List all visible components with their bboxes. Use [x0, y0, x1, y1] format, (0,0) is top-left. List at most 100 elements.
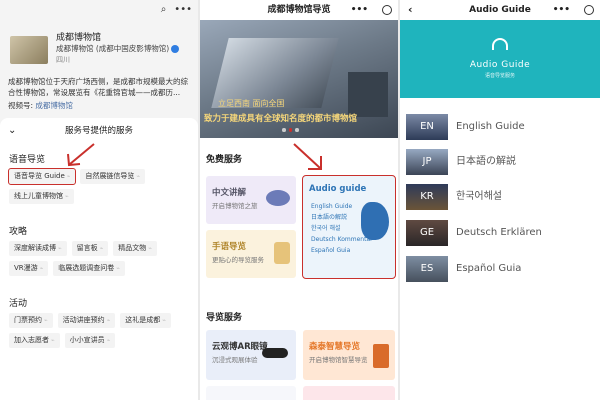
chevron-down-icon[interactable]: ⌄: [8, 118, 16, 144]
language-thumbnail: GE: [406, 220, 448, 246]
section-title: 语音导览: [9, 155, 46, 165]
language-label: Deutsch Erklären: [456, 227, 542, 238]
chip-label: 活动讲座预约: [62, 316, 105, 324]
page-title: 成都博物馆导览: [267, 5, 331, 15]
link-icon: ⌁: [39, 265, 44, 272]
service-chip[interactable]: 精品文物 ⌁: [113, 241, 157, 256]
artifact-icon: [274, 242, 290, 264]
carousel-dots: [282, 128, 299, 132]
carousel-dot[interactable]: [295, 128, 299, 132]
banner-line-1: 立足西南 面向全国: [218, 99, 285, 108]
section-items: 深度解读成博 ⌁ 留言板 ⌁ 精品文物 ⌁ VR漫游 ⌁ 临展选题调查问卷 ⌁: [0, 241, 198, 276]
service-chip[interactable]: 加入志愿者 ⌁: [9, 333, 60, 348]
language-item-japanese[interactable]: JP 日本語の解説: [406, 149, 594, 175]
close-mini-program-icon[interactable]: [382, 5, 392, 15]
service-chip[interactable]: 自然展链信导览 ⌁: [80, 169, 146, 184]
chip-label: 精品文物: [118, 244, 147, 252]
language-label: 日本語の解説: [456, 156, 516, 167]
language-item-german[interactable]: GE Deutsch Erklären: [406, 220, 594, 246]
chip-label: 这礼是成都: [125, 316, 161, 324]
card-title: 中文讲解: [212, 188, 247, 198]
chip-label: VR漫游: [14, 264, 38, 272]
language-thumbnail: KR: [406, 184, 448, 210]
chip-label: 语音导览 Guide: [14, 172, 65, 180]
service-chip[interactable]: 活动讲座预约 ⌁: [57, 313, 116, 328]
smart-guide-card[interactable]: 森泰智慧导览 开启博物馆智慧导览: [303, 330, 395, 380]
link-icon: ⌁: [58, 245, 62, 252]
service-card[interactable]: [303, 386, 395, 400]
artifact-icon: [266, 190, 290, 206]
chip-label: 留言板: [76, 244, 98, 252]
building-image: [348, 72, 388, 117]
card-subtitle: 沉浸式观展体验: [212, 356, 258, 364]
language-item-korean[interactable]: KR 한국어해설: [406, 184, 594, 210]
link-icon: ⌁: [99, 245, 104, 252]
more-icon[interactable]: •••: [351, 0, 368, 20]
video-label: 视频号:: [8, 101, 34, 110]
language-label: Español Guia: [456, 263, 522, 274]
annotation-arrow: [293, 143, 322, 170]
service-chip-audio-guide[interactable]: 语音导览 Guide ⌁: [7, 168, 77, 185]
service-chip[interactable]: 留言板 ⌁: [71, 241, 109, 256]
sheet-title: 服务号提供的服务: [64, 126, 133, 136]
ar-glasses-card[interactable]: 云观博AR眼镜 沉浸式观展体验: [206, 330, 296, 380]
hero-banner: Audio Guide 语音导览服务: [400, 20, 600, 98]
video-link[interactable]: 成都博物馆: [35, 101, 73, 110]
service-chip[interactable]: 深度解读成博 ⌁: [9, 241, 67, 256]
section-title-free: 免费服务: [206, 155, 243, 165]
language-item-spanish[interactable]: ES Español Guia: [406, 256, 594, 282]
card-title: Audio guide: [309, 184, 367, 194]
page-title: Audio Guide: [469, 5, 531, 15]
carousel-dot[interactable]: [282, 128, 286, 132]
hero-subtitle: 语音导览服务: [484, 73, 515, 79]
link-icon: ⌁: [148, 245, 152, 252]
top-bar: ‹ Audio Guide •••: [400, 0, 600, 20]
service-list-screen: ⌕ ••• 成都博物馆 成都博物馆 (成都中国皮影博物馆) 四川 成都博物馆位于…: [0, 0, 198, 400]
header-icons: ⌕ •••: [161, 4, 192, 15]
chip-label: 小小宣讲员: [69, 336, 105, 344]
chip-label: 加入志愿者: [14, 336, 49, 344]
language-line: Español Guia: [311, 247, 351, 254]
account-description: 成都博物馆位于天府广场西侧，是成都市规模最大的综合性博物馆，常设展览有《花重锦官…: [8, 77, 188, 97]
chip-label: 临展选题调查问卷: [58, 264, 115, 272]
service-chip[interactable]: VR漫游 ⌁: [9, 261, 49, 276]
search-icon[interactable]: ⌕: [161, 4, 167, 15]
account-location: 四川: [56, 56, 70, 64]
banner-carousel[interactable]: 立足西南 面向全国 致力于建成具有全球知名度的都市博物馆: [200, 20, 398, 138]
link-icon: ⌁: [66, 173, 71, 180]
more-icon[interactable]: •••: [174, 4, 192, 15]
top-bar: 成都博物馆导览 •••: [200, 0, 398, 20]
card-title: 森泰智慧导览: [309, 342, 361, 352]
link-icon: ⌁: [136, 173, 141, 180]
language-label: English Guide: [456, 121, 525, 132]
service-card[interactable]: [206, 386, 296, 400]
chip-label: 自然展链信导览: [85, 172, 135, 180]
section-items: 语音导览 Guide ⌁ 自然展链信导览 ⌁ 线上儿童博物馆 ⌁: [0, 168, 198, 204]
map-icon: [361, 202, 389, 240]
audio-guide-screen: ‹ Audio Guide ••• Audio Guide 语音导览服务 EN …: [400, 0, 600, 400]
account-header: ⌕ ••• 成都博物馆 成都博物馆 (成都中国皮影博物馆) 四川 成都博物馆位于…: [0, 0, 198, 120]
link-icon: ⌁: [65, 193, 69, 200]
language-item-english[interactable]: EN English Guide: [406, 114, 594, 140]
back-icon[interactable]: ‹: [408, 0, 413, 20]
close-mini-program-icon[interactable]: [584, 5, 594, 15]
link-icon: ⌁: [116, 265, 120, 272]
audio-guide-card[interactable]: Audio guide English Guide 日本語の解説 한국어 해설 …: [302, 175, 396, 279]
verified-icon: [171, 45, 180, 53]
service-chip[interactable]: 小小宣讲员 ⌁: [64, 333, 116, 348]
headphones-icon: [492, 38, 508, 50]
service-chip[interactable]: 这礼是成都 ⌁: [120, 313, 171, 328]
link-icon: ⌁: [51, 337, 55, 344]
sign-language-card[interactable]: 手语导览 更贴心的导览服务: [206, 230, 296, 278]
language-label: 한국어해설: [456, 191, 502, 202]
card-title: 手语导览: [212, 242, 247, 252]
video-account[interactable]: 视频号: 成都博物馆: [8, 100, 73, 111]
carousel-dot-active[interactable]: [288, 128, 292, 132]
service-chip[interactable]: 临展选题调查问卷 ⌁: [53, 261, 125, 276]
sheet-header: ⌄ 服务号提供的服务: [0, 118, 198, 144]
chinese-guide-card[interactable]: 中文讲解 开启博物馆之旅: [206, 176, 296, 224]
service-chip[interactable]: 线上儿童博物馆 ⌁: [9, 189, 74, 204]
more-icon[interactable]: •••: [553, 0, 570, 20]
service-chip[interactable]: 门票预约 ⌁: [9, 313, 53, 328]
account-name: 成都博物馆: [56, 33, 102, 43]
